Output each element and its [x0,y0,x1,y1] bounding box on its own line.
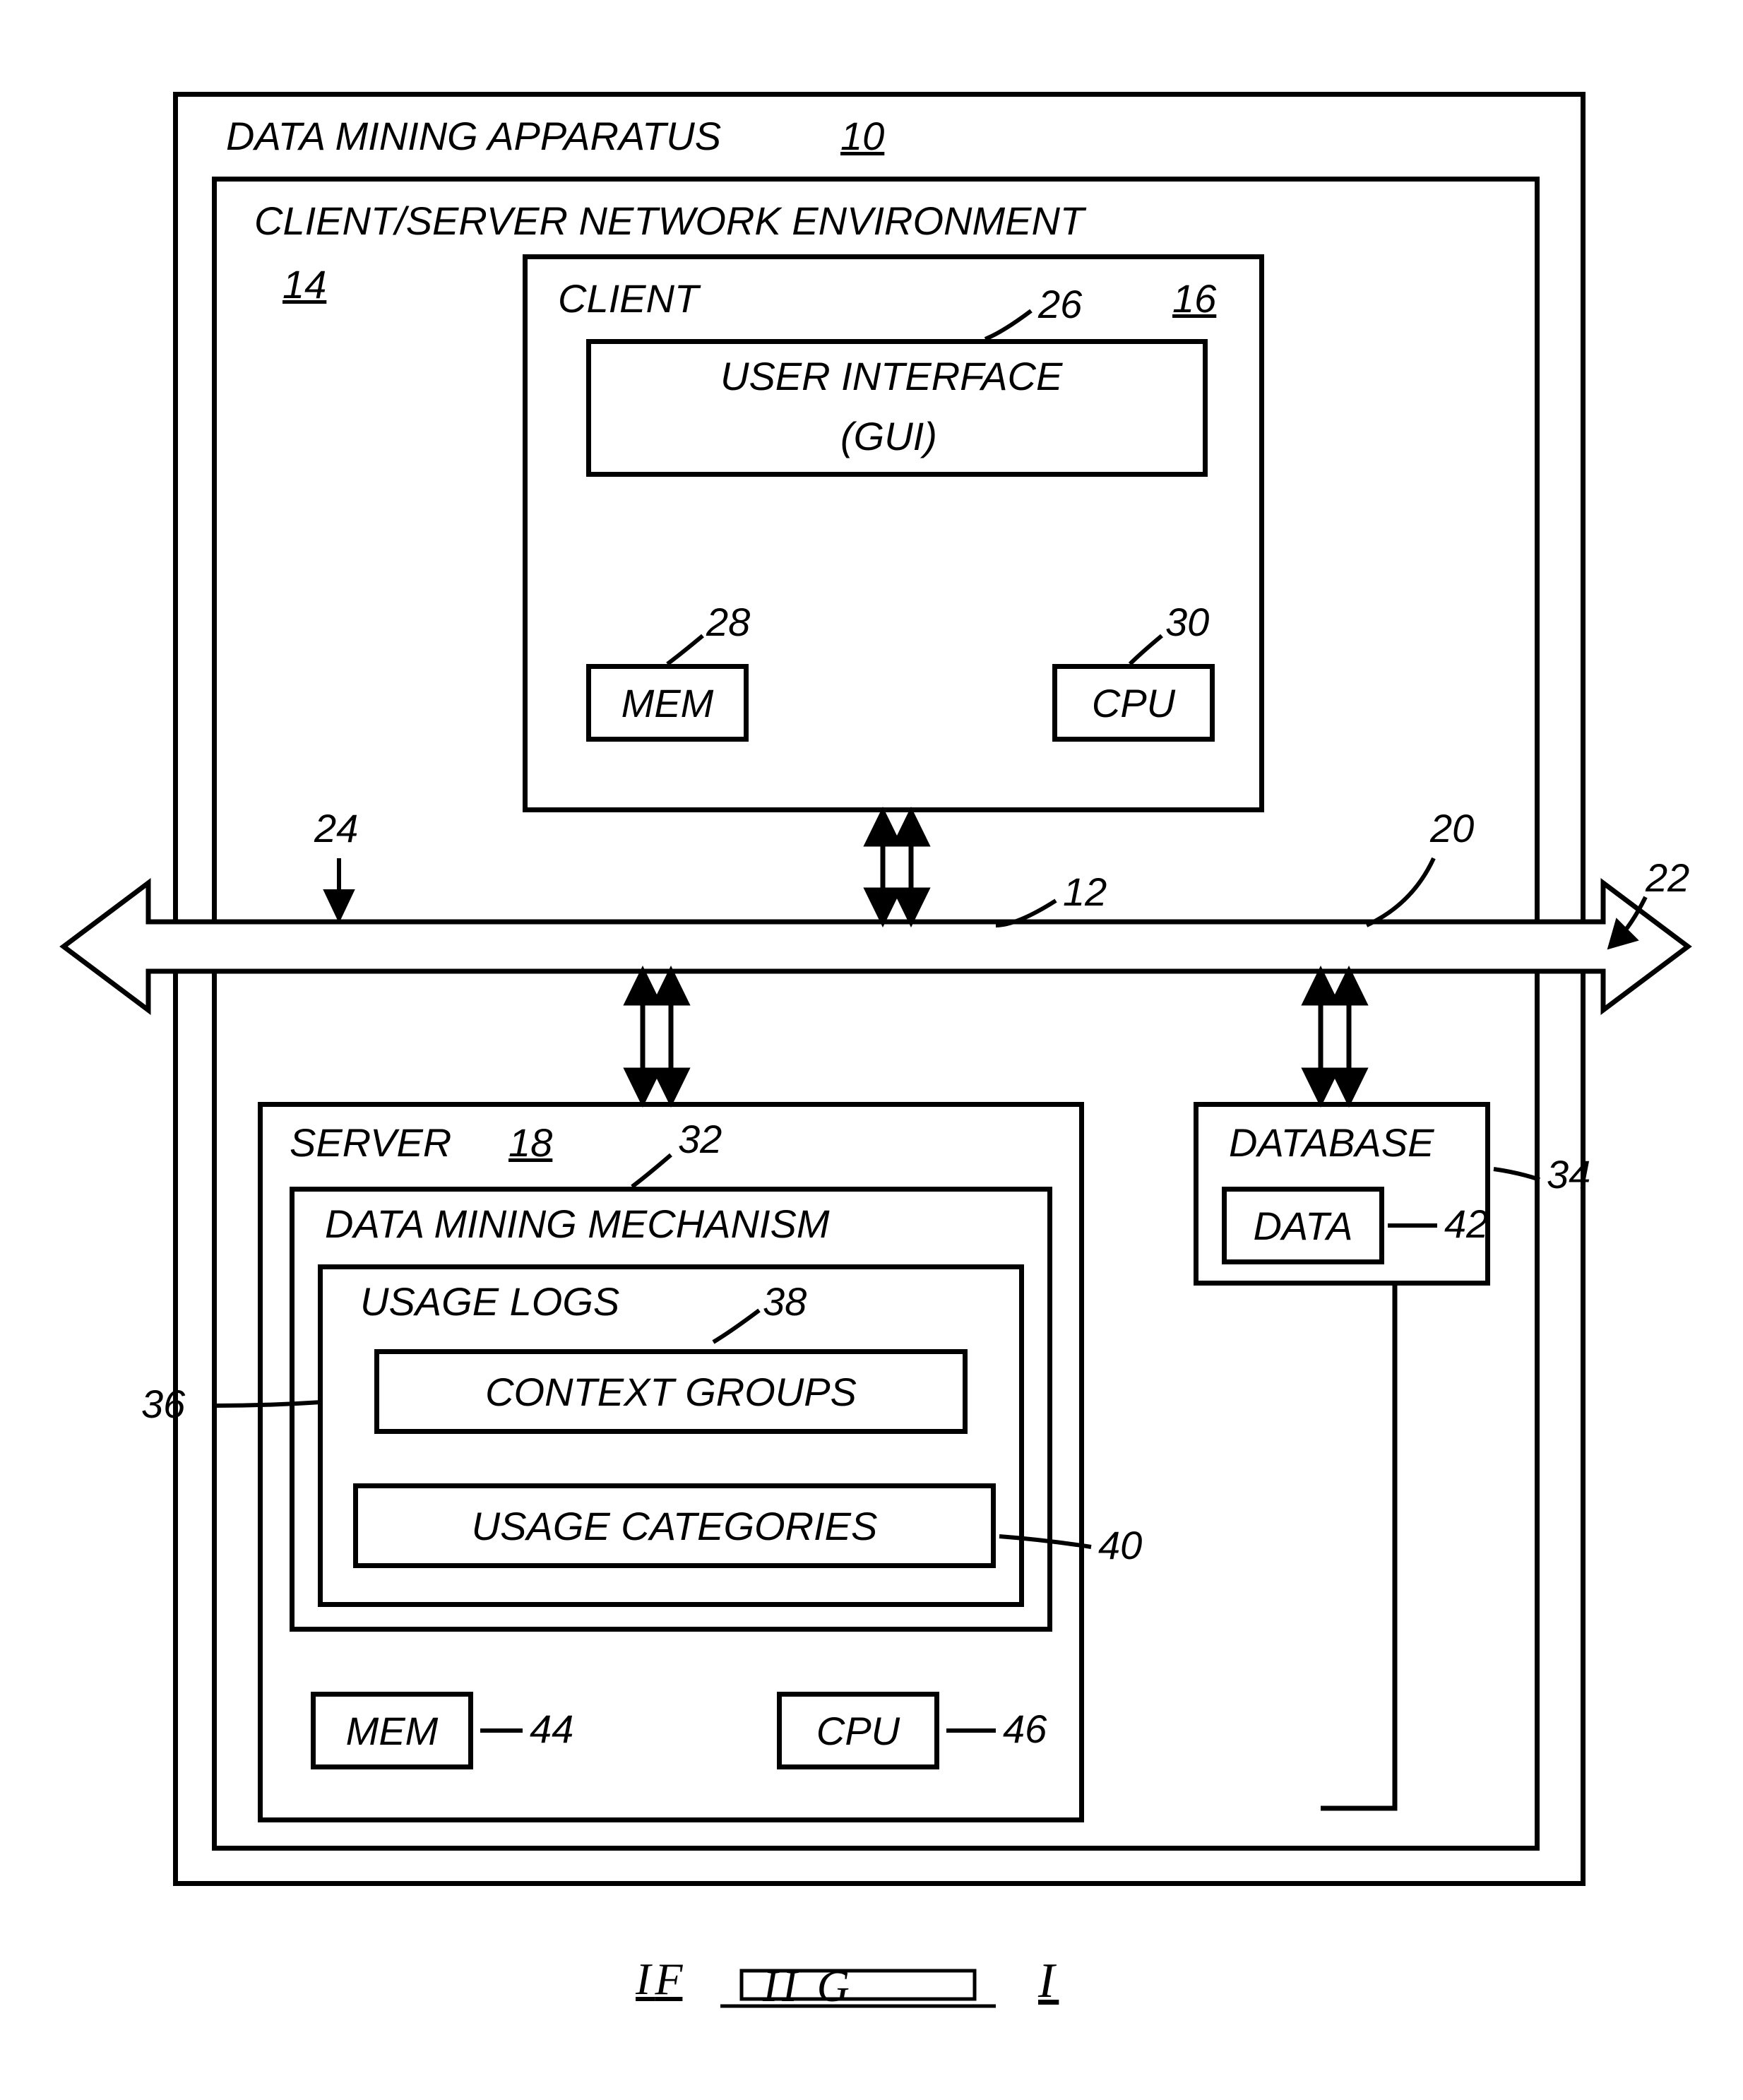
ctx-label: CONTEXT GROUPS [485,1369,857,1415]
data-box: DATA [1222,1187,1384,1264]
data-label: DATA [1253,1203,1352,1249]
dmm-ref: 32 [678,1116,722,1162]
ref-36: 36 [141,1381,185,1427]
ref-12: 12 [1063,869,1107,915]
gui-line2: (GUI) [840,413,937,459]
ref-24: 24 [314,805,358,851]
figure-caption-right: I [1038,1953,1059,2010]
ref-20: 20 [1430,805,1474,851]
client-cpu-label: CPU [1092,680,1175,726]
www-label: WWW [282,925,395,971]
server-cpu-box: CPU [777,1692,939,1769]
server-mem-label: MEM [346,1708,439,1754]
server-mem-box: MEM [311,1692,473,1769]
server-ref: 18 [508,1120,552,1165]
gui-ref: 26 [1038,281,1082,327]
figure-caption-mid: II G [763,1960,854,2012]
server-cpu-ref: 46 [1003,1706,1047,1752]
env-ref: 14 [282,261,326,307]
ctx-box: CONTEXT GROUPS [374,1349,968,1434]
database-ref: 34 [1547,1151,1590,1197]
database-title: DATABASE [1229,1120,1434,1165]
logs-title: USAGE LOGS [360,1279,619,1324]
client-mem-box: MEM [586,664,749,742]
cats-label: USAGE CATEGORIES [472,1503,878,1549]
client-cpu-box: CPU [1052,664,1215,742]
client-ref: 16 [1172,275,1216,321]
figure-caption-left: IF [636,1953,682,2005]
cats-box: USAGE CATEGORIES [353,1483,996,1568]
logs-ref38: 38 [763,1279,807,1324]
client-title: CLIENT [558,275,698,321]
client-mem-label: MEM [621,680,714,726]
env-title: CLIENT/SERVER NETWORK ENVIRONMENT [254,198,1084,244]
client-cpu-ref: 30 [1165,599,1209,645]
server-title: SERVER [290,1120,451,1165]
ref-22: 22 [1646,855,1689,901]
server-cpu-label: CPU [816,1708,900,1754]
client-mem-ref: 28 [706,599,750,645]
dmm-title: DATA MINING MECHANISM [325,1201,830,1247]
apparatus-ref: 10 [840,113,884,159]
apparatus-title: DATA MINING APPARATUS [226,113,721,159]
server-mem-ref: 44 [530,1706,573,1752]
data-ref: 42 [1444,1201,1488,1247]
ref-40: 40 [1098,1522,1142,1568]
gui-line1: USER INTERFACE [720,353,1062,399]
